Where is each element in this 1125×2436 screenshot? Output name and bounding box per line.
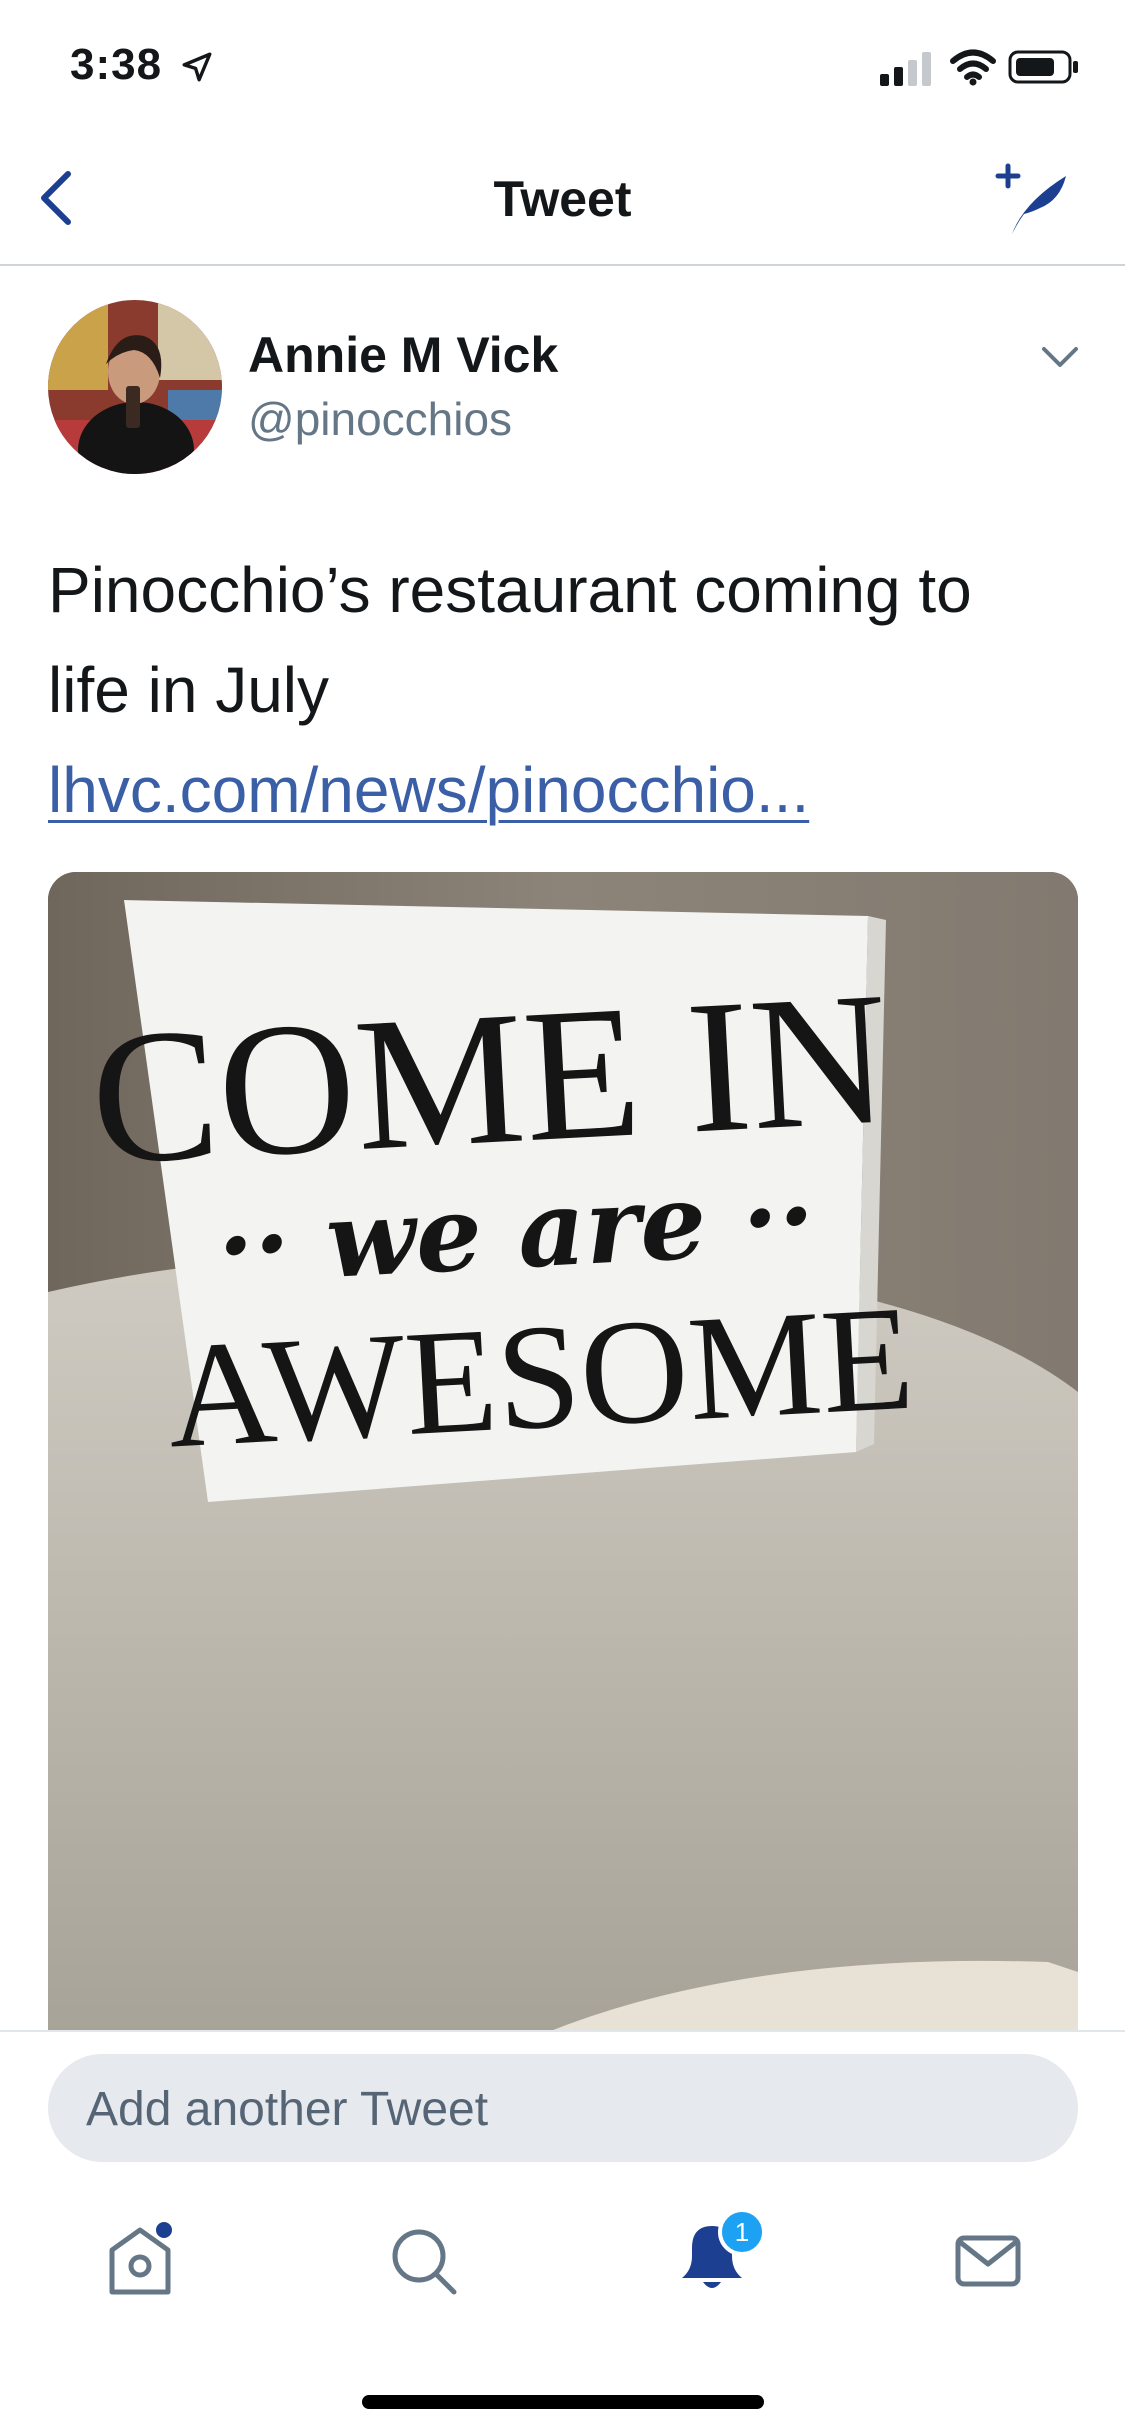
bottom-divider	[0, 2030, 1125, 2032]
reply-placeholder: Add another Tweet	[86, 2083, 489, 2136]
compose-tweet-icon[interactable]	[994, 162, 1074, 242]
search-icon	[392, 2229, 457, 2295]
tab-messages[interactable]	[952, 2222, 1024, 2303]
home-indicator[interactable]	[362, 2395, 764, 2409]
location-arrow-icon	[182, 52, 212, 82]
notifications-badge: 1	[735, 2217, 749, 2247]
tab-home[interactable]	[104, 2222, 176, 2303]
battery-icon	[1008, 50, 1078, 84]
bell-icon: 1	[682, 2208, 766, 2288]
tweet-link[interactable]: lhvc.com/news/pinocchio...	[48, 754, 809, 826]
status-time: 3:38	[70, 40, 163, 89]
tweet-text: Pinocchio’s restaurant coming to life in…	[48, 540, 1068, 840]
tab-search[interactable]	[388, 2222, 460, 2303]
page-title: Tweet	[493, 171, 632, 227]
wifi-icon	[950, 49, 996, 86]
author-name[interactable]: Annie M Vick	[248, 326, 558, 384]
nav-divider	[0, 264, 1125, 266]
home-icon	[109, 2222, 172, 2295]
tweet-body: Pinocchio’s restaurant coming to life in…	[48, 554, 972, 726]
cellular-signal-icon	[880, 52, 931, 86]
tab-notifications[interactable]: 1	[670, 2208, 770, 2303]
chevron-down-icon[interactable]	[1040, 344, 1080, 370]
tweet-photo[interactable]: COME IN ·· we are ·· AWESOME	[48, 872, 1078, 2032]
avatar[interactable]	[48, 300, 222, 474]
envelope-icon	[955, 2235, 1021, 2287]
author-handle[interactable]: @pinocchios	[248, 392, 512, 446]
